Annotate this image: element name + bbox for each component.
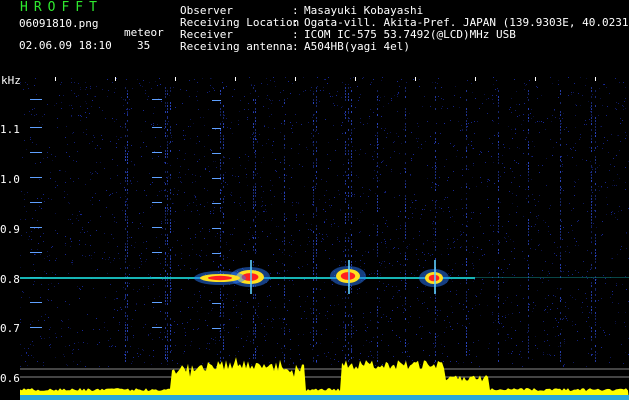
y-tick-1-1: 1.1 — [0, 123, 20, 136]
antenna-value: A504HB(yagi 4el) — [304, 40, 410, 53]
antenna-colon: : — [292, 40, 299, 53]
datetime-label: 02.06.09 18:10 — [19, 39, 112, 52]
y-tick-1-0: 1.0 — [0, 173, 20, 186]
app-title: HROFFT — [20, 0, 103, 15]
antenna-label: Receiving antenna — [180, 40, 293, 53]
plot-background — [20, 77, 629, 400]
y-tick-0-7: 0.7 — [0, 322, 20, 335]
y-axis-unit: kHz — [1, 74, 21, 87]
meteor-count-value: 35 — [137, 39, 151, 52]
filename-label: 06091810.png — [19, 17, 99, 30]
spectrogram-plot — [20, 77, 629, 400]
baseline-strip — [20, 395, 629, 400]
spectrogram-svg — [20, 77, 629, 400]
y-tick-0-8: 0.8 — [0, 273, 20, 286]
y-tick-0-6: 0.6 — [0, 372, 20, 385]
y-tick-0-9: 0.9 — [0, 223, 20, 236]
meteor-count-label: meteor — [124, 26, 164, 39]
